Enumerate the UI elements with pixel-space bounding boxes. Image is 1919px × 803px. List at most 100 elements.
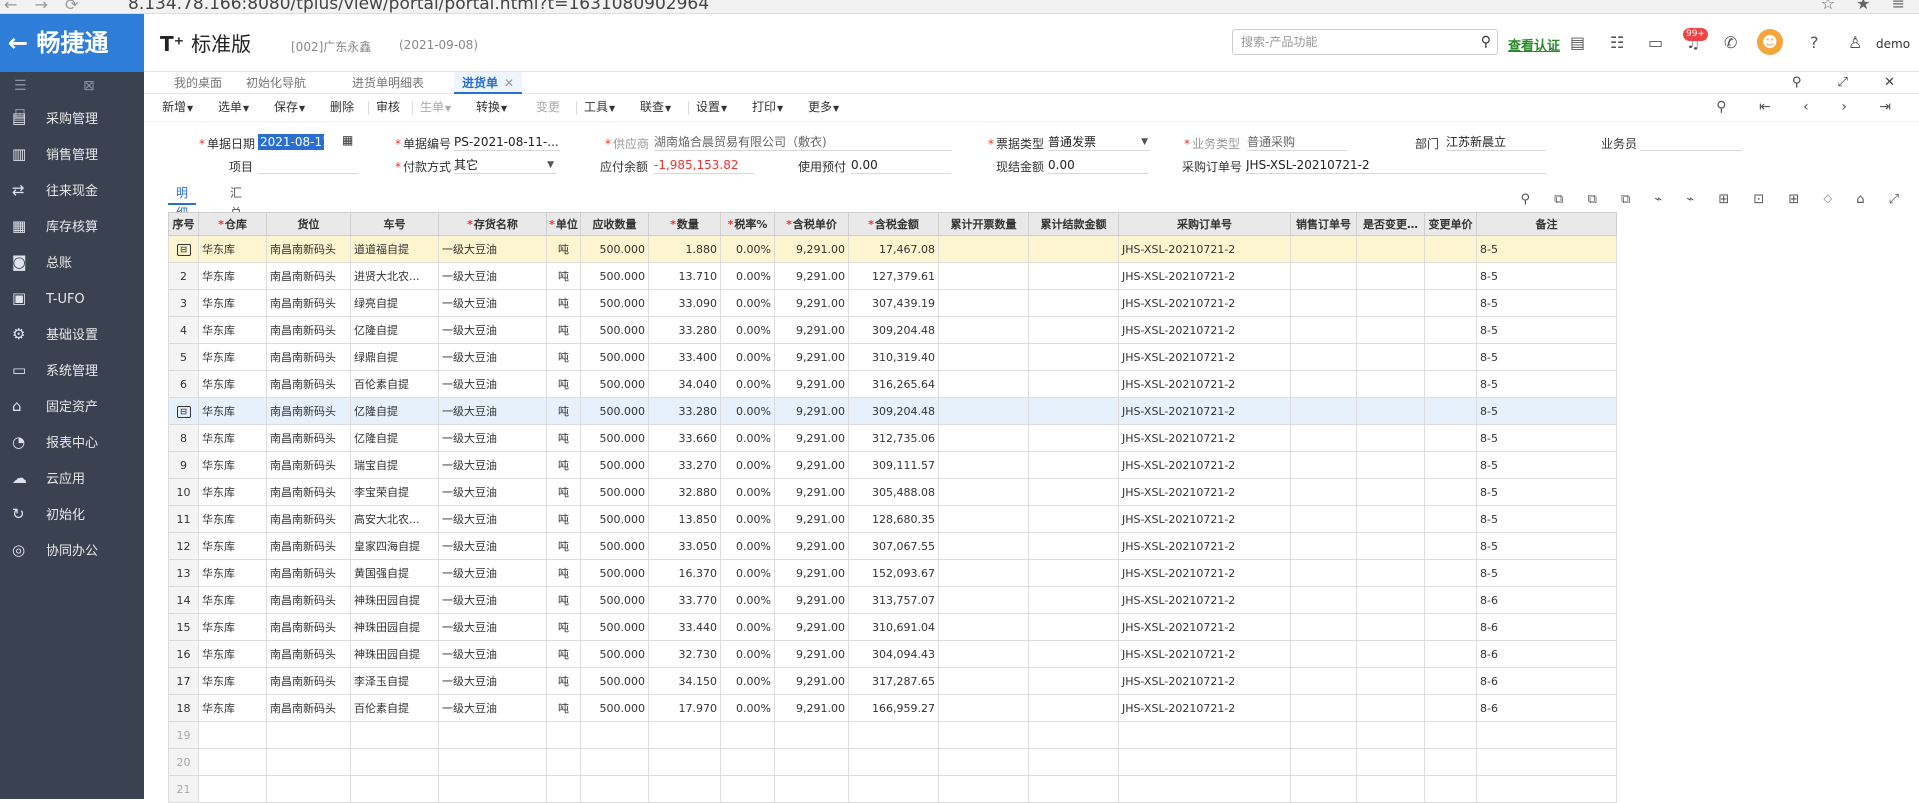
grid-cell[interactable] bbox=[350, 748, 439, 776]
row-edit-icon[interactable]: ⊟ bbox=[176, 406, 191, 418]
grid-cell[interactable]: 南昌南新码头 bbox=[266, 262, 351, 290]
grid-cell[interactable]: 500.000 bbox=[580, 667, 649, 695]
grid-cell[interactable]: 500.000 bbox=[580, 397, 649, 425]
grid-cell[interactable]: 进贤大北农... bbox=[350, 262, 439, 290]
grid-cell[interactable] bbox=[1356, 370, 1425, 398]
grid-cell[interactable]: 500.000 bbox=[580, 613, 649, 641]
tab-tool-icons[interactable]: ⚲ ⤢ ✕ bbox=[1792, 72, 1911, 94]
grid-cell[interactable]: 310,691.04 bbox=[848, 613, 939, 641]
grid-cell[interactable]: 南昌南新码头 bbox=[266, 397, 351, 425]
grid-cell[interactable] bbox=[938, 532, 1029, 560]
grid-cell[interactable] bbox=[1290, 586, 1357, 614]
toolbar-button[interactable]: 删除 bbox=[330, 94, 354, 120]
table-row[interactable]: 14 华东库 南昌南新码头 神珠田园自提 一级大豆油吨 500.000 33.770 0.00… bbox=[168, 586, 1617, 614]
grid-cell[interactable]: 309,111.57 bbox=[848, 451, 939, 479]
grid-cell[interactable]: JHS-XSL-20210721-2 bbox=[1118, 532, 1291, 560]
grid-cell[interactable]: 0.00% bbox=[720, 289, 775, 317]
grid-cell[interactable]: 9,291.00 bbox=[774, 424, 849, 452]
grid-cell[interactable]: 吨 bbox=[546, 289, 581, 317]
toolbar-button[interactable]: 新增▼ bbox=[162, 94, 193, 122]
column-header[interactable]: 数量 bbox=[648, 212, 721, 236]
grid-cell[interactable] bbox=[1356, 667, 1425, 695]
grid-cell[interactable]: 8-5 bbox=[1476, 262, 1617, 290]
grid-cell[interactable]: 神珠田园自提 bbox=[350, 586, 439, 614]
username[interactable]: demo bbox=[1876, 37, 1910, 51]
grid-cell[interactable]: 南昌南新码头 bbox=[266, 370, 351, 398]
grid-cell[interactable] bbox=[938, 451, 1029, 479]
grid-cell[interactable]: 33.660 bbox=[648, 424, 721, 452]
grid-cell[interactable]: 9,291.00 bbox=[774, 370, 849, 398]
grid-cell[interactable]: 8-5 bbox=[1476, 235, 1617, 263]
grid-cell[interactable]: 华东库 bbox=[198, 289, 267, 317]
grid-cell[interactable]: 0.00% bbox=[720, 613, 775, 641]
grid-cell[interactable] bbox=[938, 316, 1029, 344]
grid-cell[interactable] bbox=[1290, 316, 1357, 344]
grid-cell[interactable] bbox=[1028, 316, 1119, 344]
grid-cell[interactable]: 华东库 bbox=[198, 505, 267, 533]
grid-cell[interactable] bbox=[1028, 748, 1119, 776]
sidebar-item[interactable]: ▥ 销售管理 bbox=[0, 136, 144, 172]
grid-cell[interactable] bbox=[1356, 613, 1425, 641]
grid-cell[interactable]: 166,959.27 bbox=[848, 694, 939, 722]
grid-cell[interactable]: 神珠田园自提 bbox=[350, 613, 439, 641]
grid-cell[interactable]: 9,291.00 bbox=[774, 586, 849, 614]
grid-cell[interactable] bbox=[938, 478, 1029, 506]
grid-cell[interactable]: 0.00% bbox=[720, 667, 775, 695]
grid-cell[interactable]: 500.000 bbox=[580, 586, 649, 614]
grid-cell[interactable]: 一级大豆油 bbox=[438, 370, 547, 398]
column-header[interactable]: 采购订单号 bbox=[1118, 212, 1291, 236]
table-row[interactable]: 8 华东库 南昌南新码头 亿隆自提 一级大豆油吨 500.000 33.660 0.00% 9,… bbox=[168, 424, 1617, 452]
grid-cell[interactable]: 南昌南新码头 bbox=[266, 532, 351, 560]
grid-cell[interactable]: 33.090 bbox=[648, 289, 721, 317]
grid-cell[interactable]: JHS-XSL-20210721-2 bbox=[1118, 559, 1291, 587]
table-row[interactable]: 17 华东库 南昌南新码头 李泽玉自提 一级大豆油吨 500.000 34.150 0.00%… bbox=[168, 667, 1617, 695]
grid-cell[interactable]: 309,204.48 bbox=[848, 316, 939, 344]
grid-cell[interactable]: 华东库 bbox=[198, 451, 267, 479]
grid-cell[interactable] bbox=[1424, 694, 1477, 722]
grid-cell[interactable] bbox=[1028, 262, 1119, 290]
toolbar-button[interactable]: 工具▼ bbox=[584, 94, 615, 122]
grid-cell[interactable]: 500.000 bbox=[580, 640, 649, 668]
grid-cell[interactable] bbox=[266, 721, 351, 749]
grid-cell[interactable]: 吨 bbox=[546, 532, 581, 560]
grid-cell[interactable]: JHS-XSL-20210721-2 bbox=[1118, 451, 1291, 479]
column-header[interactable]: 税率% bbox=[720, 212, 775, 236]
grid-cell[interactable] bbox=[1290, 694, 1357, 722]
grid-cell[interactable] bbox=[1356, 586, 1425, 614]
grid-cell[interactable]: 华东库 bbox=[198, 397, 267, 425]
grid-cell[interactable]: 一级大豆油 bbox=[438, 478, 547, 506]
grid-cell[interactable]: 8-5 bbox=[1476, 559, 1617, 587]
grid-cell[interactable]: 152,093.67 bbox=[848, 559, 939, 587]
grid-cell[interactable]: 34.040 bbox=[648, 370, 721, 398]
column-header[interactable]: 累计开票数量 bbox=[938, 212, 1029, 236]
grid-cell[interactable] bbox=[938, 343, 1029, 371]
grid-cell[interactable] bbox=[198, 775, 267, 803]
grid-cell[interactable]: 吨 bbox=[546, 613, 581, 641]
grid-cell[interactable] bbox=[1424, 775, 1477, 803]
table-row[interactable]: ⊟ 华东库 南昌南新码头 亿隆自提 一级大豆油吨 500.000 33.280 0.00% 9,… bbox=[168, 397, 1617, 425]
grid-cell[interactable] bbox=[720, 721, 775, 749]
grid-cell[interactable]: 一级大豆油 bbox=[438, 451, 547, 479]
grid-cell[interactable] bbox=[1028, 343, 1119, 371]
column-header[interactable]: 含税金额 bbox=[848, 212, 939, 236]
toolbar-button[interactable]: 选单▼ bbox=[218, 94, 249, 122]
grid-cell[interactable] bbox=[198, 748, 267, 776]
grid-cell[interactable] bbox=[774, 748, 849, 776]
grid-cell[interactable]: JHS-XSL-20210721-2 bbox=[1118, 505, 1291, 533]
grid-cell[interactable] bbox=[1424, 586, 1477, 614]
grid-cell[interactable]: 8-6 bbox=[1476, 667, 1617, 695]
grid-cell[interactable]: JHS-XSL-20210721-2 bbox=[1118, 667, 1291, 695]
grid-cell[interactable] bbox=[1356, 451, 1425, 479]
table-row[interactable]: 18 华东库 南昌南新码头 百伦素自提 一级大豆油吨 500.000 17.970 0.00%… bbox=[168, 694, 1617, 722]
grid-cell[interactable] bbox=[938, 586, 1029, 614]
grid-cell[interactable] bbox=[1424, 316, 1477, 344]
grid-cell[interactable] bbox=[938, 505, 1029, 533]
grid-cell[interactable] bbox=[938, 397, 1029, 425]
column-header[interactable]: 车号 bbox=[350, 212, 439, 236]
toolbar-button[interactable]: 生单▼ bbox=[420, 94, 451, 122]
grid-cell[interactable]: 500.000 bbox=[580, 505, 649, 533]
sidebar-item[interactable]: ◔ 报表中心 bbox=[0, 424, 144, 460]
grid-cell[interactable] bbox=[1290, 262, 1357, 290]
grid-cell[interactable]: 0.00% bbox=[720, 532, 775, 560]
column-header[interactable]: 货位 bbox=[266, 212, 351, 236]
